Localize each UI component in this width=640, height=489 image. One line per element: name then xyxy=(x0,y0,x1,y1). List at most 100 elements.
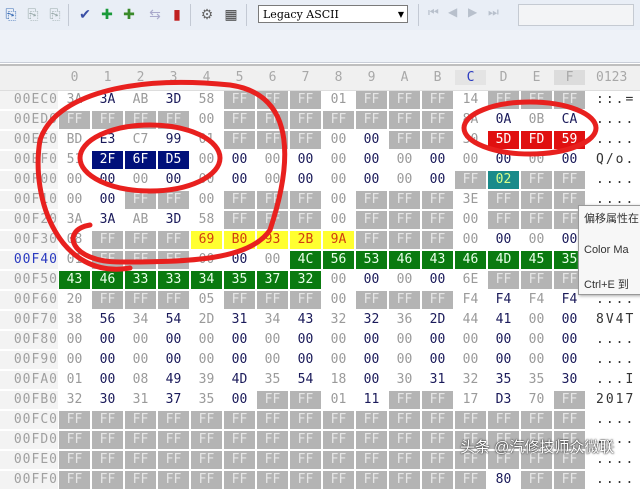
hex-byte[interactable]: 00 xyxy=(323,271,354,289)
hex-byte[interactable]: 31 xyxy=(224,311,255,329)
hex-byte[interactable]: FF xyxy=(422,191,453,209)
hex-byte[interactable]: FF xyxy=(422,431,453,449)
hex-byte[interactable]: 30 xyxy=(92,391,123,409)
hex-byte[interactable]: FF xyxy=(290,411,321,429)
hex-byte[interactable]: 00 xyxy=(191,331,222,349)
hex-byte[interactable]: FF xyxy=(158,471,189,489)
hex-byte[interactable]: FF xyxy=(224,411,255,429)
encoding-select[interactable]: Legacy ASCII ▼ xyxy=(258,5,408,23)
hex-byte[interactable]: 56 xyxy=(323,251,354,269)
hex-byte[interactable]: FF xyxy=(290,291,321,309)
hex-byte[interactable]: 14 xyxy=(455,91,486,109)
hex-byte[interactable]: FF xyxy=(488,271,519,289)
hex-byte[interactable]: 37 xyxy=(158,391,189,409)
hex-byte[interactable]: 00 xyxy=(521,331,552,349)
hex-byte[interactable]: 00 xyxy=(356,331,387,349)
hex-byte[interactable]: 00 xyxy=(554,151,585,169)
hex-byte[interactable]: FF xyxy=(92,451,123,469)
hex-byte[interactable]: 70 xyxy=(521,391,552,409)
hex-byte[interactable]: FF xyxy=(257,391,288,409)
hex-byte[interactable]: 35 xyxy=(191,391,222,409)
hex-byte[interactable]: 00 xyxy=(422,171,453,189)
hex-byte[interactable]: 00 xyxy=(59,331,90,349)
hex-byte[interactable]: FF xyxy=(389,131,420,149)
hex-byte[interactable]: FF xyxy=(356,111,387,129)
hex-byte[interactable]: 00 xyxy=(455,211,486,229)
hex-byte[interactable]: 93 xyxy=(257,231,288,249)
hex-byte[interactable]: 01 xyxy=(191,131,222,149)
hex-byte[interactable]: FF xyxy=(224,431,255,449)
ascii-text[interactable]: Q/o. xyxy=(596,151,640,169)
hex-byte[interactable]: FF xyxy=(323,431,354,449)
hex-byte[interactable]: FF xyxy=(356,471,387,489)
hex-byte[interactable]: FF xyxy=(455,411,486,429)
hex-byte[interactable]: FF xyxy=(158,231,189,249)
hex-byte[interactable]: 44 xyxy=(455,311,486,329)
hex-byte[interactable]: FF xyxy=(389,191,420,209)
ascii-text[interactable]: .... xyxy=(596,171,640,189)
hex-byte[interactable]: 00 xyxy=(521,151,552,169)
hex-byte[interactable]: 33 xyxy=(125,271,156,289)
hex-byte[interactable]: 02 xyxy=(488,171,519,189)
hex-byte[interactable]: 00 xyxy=(323,191,354,209)
hex-byte[interactable]: 35 xyxy=(521,371,552,389)
hex-byte[interactable]: 00 xyxy=(257,331,288,349)
hex-byte[interactable]: 8A xyxy=(455,111,486,129)
hex-byte[interactable]: 2D xyxy=(422,311,453,329)
hex-byte[interactable]: 41 xyxy=(488,311,519,329)
hex-byte[interactable]: FF xyxy=(422,411,453,429)
hex-byte[interactable]: FF xyxy=(158,411,189,429)
hex-byte[interactable]: 00 xyxy=(125,331,156,349)
hex-byte[interactable]: FF xyxy=(158,291,189,309)
hex-byte[interactable]: 00 xyxy=(323,171,354,189)
hex-byte[interactable]: FF xyxy=(356,191,387,209)
hex-byte[interactable]: 3E xyxy=(455,191,486,209)
hex-byte[interactable]: 00 xyxy=(323,151,354,169)
hex-byte[interactable]: 30 xyxy=(455,131,486,149)
hex-byte[interactable]: 36 xyxy=(389,311,420,329)
hex-byte[interactable]: FF xyxy=(224,211,255,229)
hex-byte[interactable]: 39 xyxy=(191,371,222,389)
hex-byte[interactable]: 00 xyxy=(224,331,255,349)
hex-byte[interactable]: 00 xyxy=(92,171,123,189)
hex-byte[interactable]: FF xyxy=(389,391,420,409)
hex-byte[interactable]: FF xyxy=(290,431,321,449)
hex-byte[interactable]: FF xyxy=(191,451,222,469)
paste-icon[interactable]: ⎘ xyxy=(2,5,20,23)
hex-byte[interactable]: FF xyxy=(257,431,288,449)
hex-byte[interactable]: FF xyxy=(257,131,288,149)
hex-byte[interactable]: 00 xyxy=(488,231,519,249)
hex-byte[interactable]: 00 xyxy=(224,391,255,409)
hex-byte[interactable]: 00 xyxy=(488,151,519,169)
hex-byte[interactable]: FF xyxy=(356,431,387,449)
hex-byte[interactable]: FF xyxy=(323,471,354,489)
ascii-text[interactable]: .... xyxy=(596,411,640,429)
hex-byte[interactable]: FF xyxy=(455,471,486,489)
hex-byte[interactable]: F4 xyxy=(488,291,519,309)
hex-byte[interactable]: FF xyxy=(554,471,585,489)
hex-byte[interactable]: 46 xyxy=(455,251,486,269)
hex-byte[interactable]: 00 xyxy=(125,351,156,369)
hex-byte[interactable]: 00 xyxy=(455,351,486,369)
ascii-text[interactable]: .... xyxy=(596,351,640,369)
ascii-text[interactable]: ...I xyxy=(596,371,640,389)
hex-byte[interactable]: 34 xyxy=(191,271,222,289)
hex-byte[interactable]: 4D xyxy=(224,371,255,389)
search-combo[interactable] xyxy=(518,4,634,26)
hex-byte[interactable]: 5D xyxy=(488,131,519,149)
hex-byte[interactable]: 00 xyxy=(554,331,585,349)
hex-byte[interactable]: 00 xyxy=(59,171,90,189)
hex-byte[interactable]: 00 xyxy=(224,351,255,369)
compare-icon[interactable]: ⇆ xyxy=(146,5,164,23)
hex-byte[interactable]: 00 xyxy=(389,271,420,289)
hex-byte[interactable]: FF xyxy=(389,431,420,449)
hex-byte[interactable]: 00 xyxy=(455,231,486,249)
hex-byte[interactable]: 32 xyxy=(323,311,354,329)
hex-byte[interactable]: FF xyxy=(158,431,189,449)
hex-byte[interactable]: 00 xyxy=(290,331,321,349)
calculator-icon[interactable]: ▦ xyxy=(222,5,240,23)
hex-byte[interactable]: FF xyxy=(554,91,585,109)
hex-byte[interactable]: FD xyxy=(521,131,552,149)
ascii-text[interactable]: .... xyxy=(596,131,640,149)
hex-byte[interactable]: FF xyxy=(389,211,420,229)
